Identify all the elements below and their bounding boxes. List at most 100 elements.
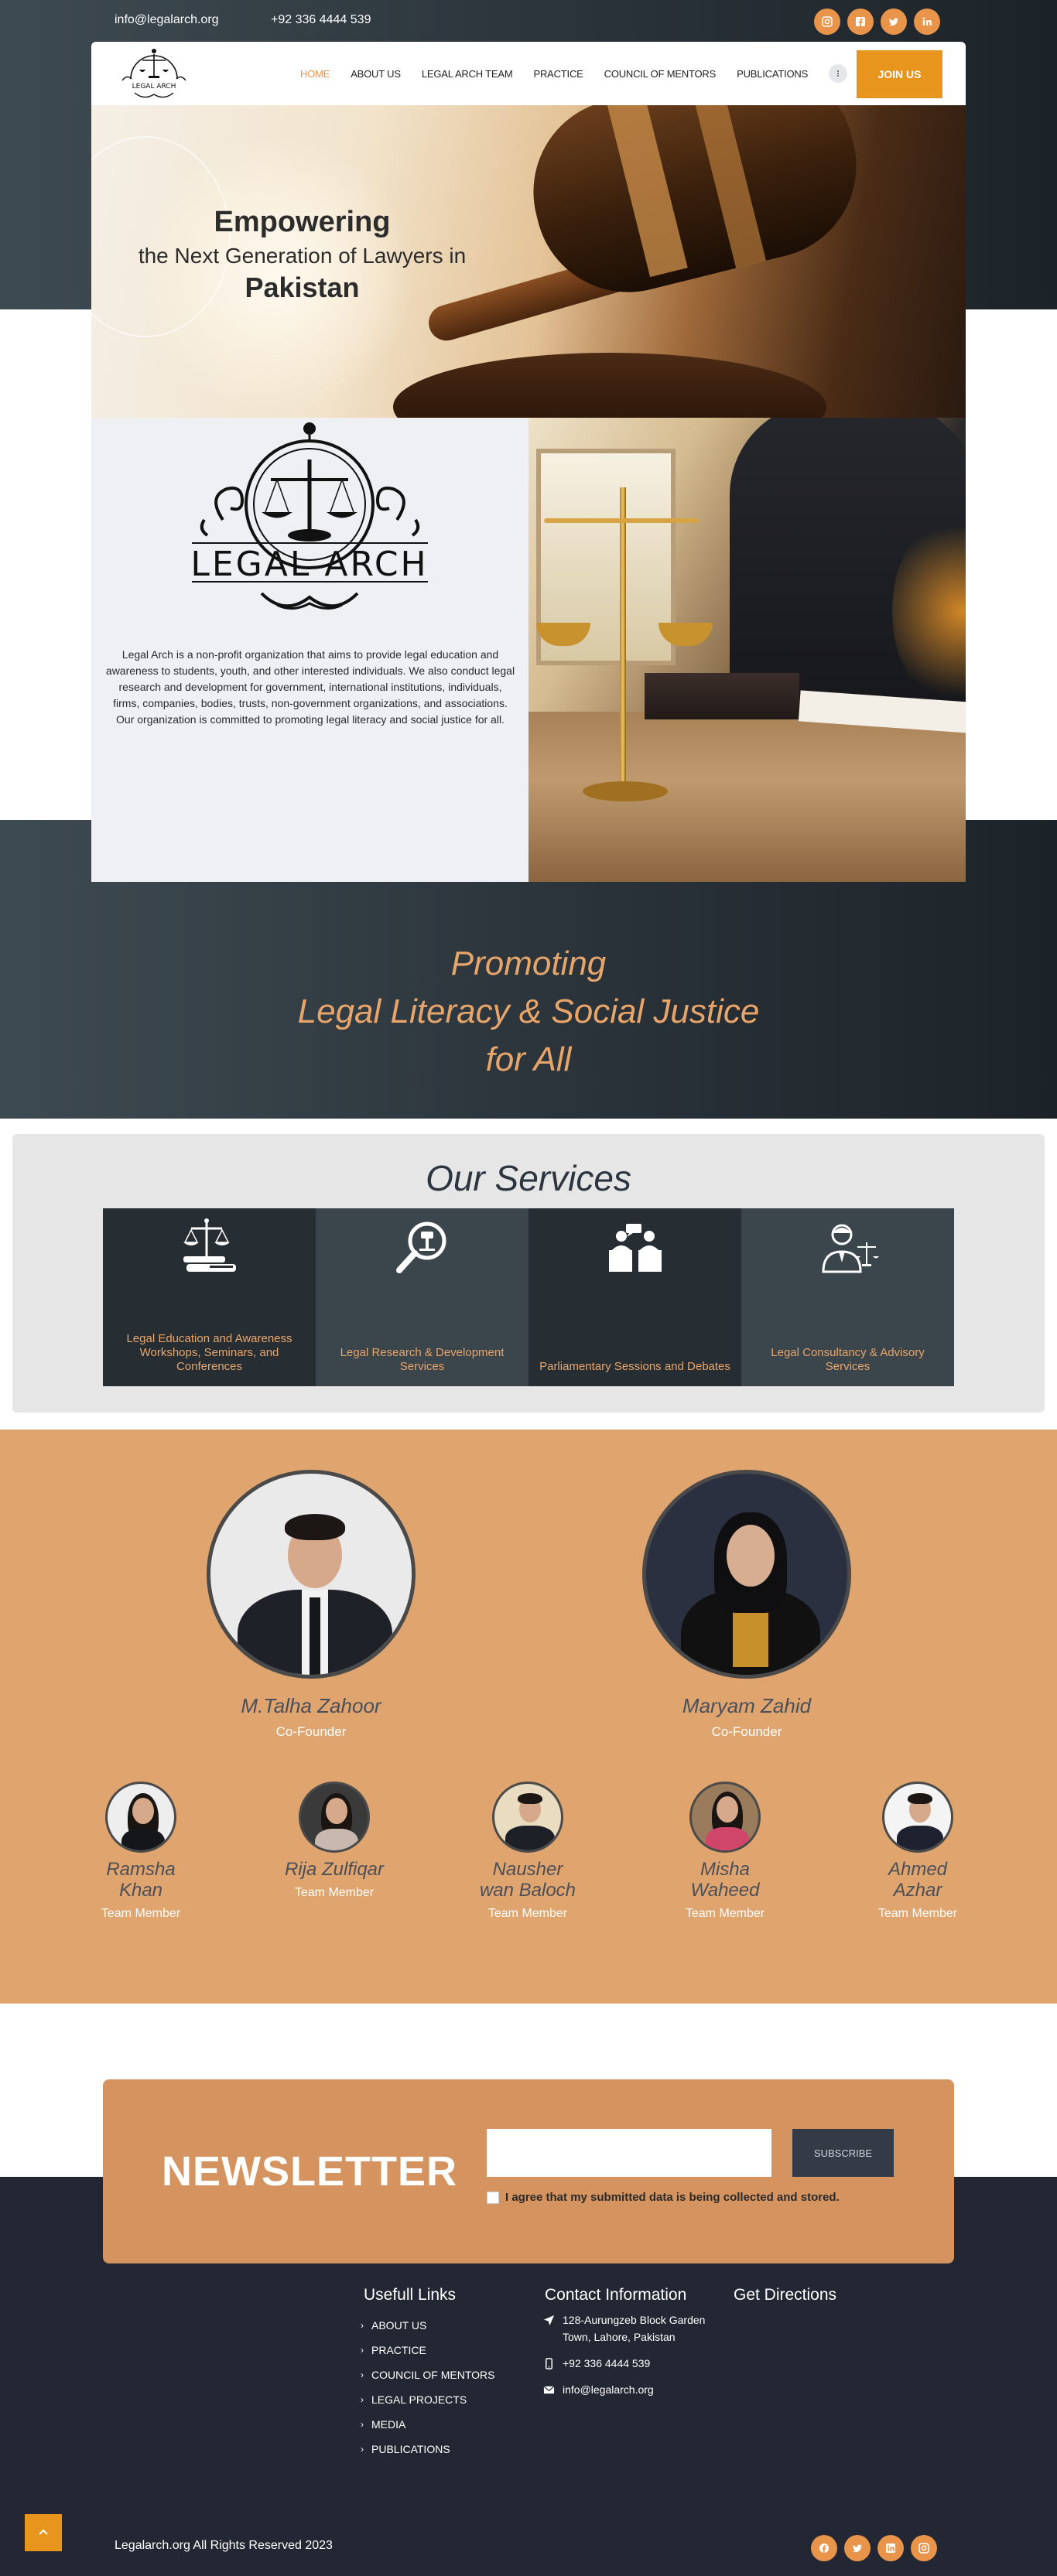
founder-name: M.Talha Zahoor xyxy=(241,1694,381,1717)
legal-arch-logo-text: LEGAL ARCH xyxy=(132,83,176,91)
footer-link-council-of-mentors[interactable]: › COUNCIL OF MENTORS xyxy=(361,2362,494,2387)
hero-heading: Empowering the Next Generation of Lawyer… xyxy=(91,206,513,304)
linkedin-icon[interactable] xyxy=(914,9,940,35)
subscribe-button[interactable]: SUBSCRIBE xyxy=(792,2129,894,2177)
promo-heading: Promoting Legal Literacy & Social Justic… xyxy=(0,940,1057,1084)
chevron-right-icon: › xyxy=(361,2345,364,2356)
topbar: info@legalarch.org +92 336 4444 539 xyxy=(0,0,1057,42)
footer-directions-title: Get Directions xyxy=(734,2286,837,2304)
footer-contact-title: Contact Information xyxy=(545,2286,687,2304)
newsletter-title: NEWSLETTER xyxy=(162,2148,457,2195)
magnifier-icon xyxy=(395,1221,446,1273)
legal-arch-large-logo-text: LEGAL ARCH xyxy=(190,545,428,584)
member-role: Team Member xyxy=(685,1907,765,1920)
avatar xyxy=(689,1782,761,1853)
member-name: Ramsha Khan xyxy=(106,1859,176,1901)
contact-address: 128-Aurungzeb Block Garden Town, Lahore,… xyxy=(563,2314,706,2343)
chevron-up-icon xyxy=(39,2529,48,2535)
service-card-research[interactable]: Legal Research & Development Services xyxy=(316,1208,528,1386)
instagram-icon[interactable] xyxy=(814,9,840,35)
hero-line-3: Pakistan xyxy=(245,272,360,303)
service-label: Legal Education and Awareness Workshops,… xyxy=(126,1332,292,1373)
twitter-icon[interactable] xyxy=(844,2535,871,2561)
nav-item-about-us[interactable]: ABOUT US xyxy=(351,68,401,80)
contact-phone[interactable]: +92 336 4444 539 xyxy=(563,2355,650,2372)
footer-social xyxy=(811,2535,937,2561)
services-title: Our Services xyxy=(426,1158,631,1198)
service-label: Legal Research & Development Services xyxy=(340,1346,505,1373)
newsletter-consent[interactable]: I agree that my submitted data is being … xyxy=(487,2191,840,2204)
topbar-social xyxy=(814,9,940,35)
service-label: Parliamentary Sessions and Debates xyxy=(539,1360,730,1373)
footer-link-media[interactable]: › MEDIA xyxy=(361,2412,494,2437)
founder-card[interactable]: Maryam Zahid Co-Founder xyxy=(642,1470,851,1740)
contact-email[interactable]: info@legalarch.org xyxy=(563,2381,654,2398)
newsletter-email-input[interactable] xyxy=(487,2129,771,2177)
chevron-right-icon: › xyxy=(361,2369,364,2380)
footer-link-publications[interactable]: › PUBLICATIONS xyxy=(361,2437,494,2462)
photo-scale-pole xyxy=(620,487,626,797)
chevron-right-icon: › xyxy=(361,2320,364,2331)
founder-card[interactable]: M.Talha Zahoor Co-Founder xyxy=(207,1470,416,1740)
member-role: Team Member xyxy=(101,1907,181,1920)
mobile-phone-icon xyxy=(546,2358,552,2369)
facebook-icon[interactable] xyxy=(811,2535,837,2561)
back-to-top-button[interactable] xyxy=(25,2514,62,2551)
nav-item-council-of-mentors[interactable]: COUNCIL OF MENTORS xyxy=(604,68,717,80)
member-name: Misha Waheed xyxy=(690,1859,760,1901)
footer-link-legal-projects[interactable]: › LEGAL PROJECTS xyxy=(361,2387,494,2412)
topbar-email[interactable]: info@legalarch.org xyxy=(115,13,219,27)
join-us-button[interactable]: JOIN US xyxy=(857,50,942,98)
twitter-icon[interactable] xyxy=(881,9,907,35)
hero-banner: Empowering the Next Generation of Lawyer… xyxy=(91,105,966,418)
member-role: Team Member xyxy=(877,1907,958,1920)
linkedin-icon[interactable] xyxy=(877,2535,904,2561)
contact-email-row: info@legalarch.org xyxy=(543,2381,721,2398)
hero-line-2: the Next Generation of Lawyers in xyxy=(138,244,467,268)
lawyer-consultant-icon xyxy=(821,1224,879,1273)
member-role: Team Member xyxy=(294,1886,375,1899)
team-member-card[interactable]: Misha Waheed Team Member xyxy=(671,1782,779,1922)
more-menu-icon[interactable] xyxy=(829,64,848,83)
team-member-card[interactable]: Ahmed Azhar Team Member xyxy=(864,1782,972,1922)
service-card-parliamentary[interactable]: Parliamentary Sessions and Debates xyxy=(528,1208,741,1386)
nav-item-practice[interactable]: PRACTICE xyxy=(533,68,583,80)
legal-arch-logo[interactable]: LEGAL ARCH xyxy=(111,45,197,102)
founder-name: Maryam Zahid xyxy=(682,1694,812,1717)
promo-line-2: Legal Literacy & Social Justice xyxy=(297,992,760,1030)
founder-role: Co-Founder xyxy=(275,1724,347,1739)
debate-podium-icon xyxy=(608,1224,662,1272)
member-name: Ahmed Azhar xyxy=(888,1859,948,1901)
team-member-card[interactable]: Rija Zulfiqar Team Member xyxy=(280,1782,388,1901)
footer-link-label: COUNCIL OF MENTORS xyxy=(371,2369,495,2381)
team-member-card[interactable]: Nausher wan Baloch Team Member xyxy=(474,1782,582,1922)
founder-role: Co-Founder xyxy=(711,1724,782,1739)
instagram-icon[interactable] xyxy=(911,2535,937,2561)
nav-item-home[interactable]: HOME xyxy=(300,68,330,80)
service-card-education[interactable]: Legal Education and Awareness Workshops,… xyxy=(103,1208,316,1386)
about-description: Legal Arch is a non-profit organization … xyxy=(105,648,515,726)
contact-address-row: 128-Aurungzeb Block Garden Town, Lahore,… xyxy=(543,2311,721,2345)
chevron-right-icon: › xyxy=(361,2444,364,2455)
nav-menu: HOME ABOUT US LEGAL ARCH TEAM PRACTICE C… xyxy=(300,42,848,105)
facebook-icon[interactable] xyxy=(847,9,874,35)
about-panel: LEGAL ARCH Legal Arch is a non-profit or… xyxy=(91,418,528,882)
consent-checkbox[interactable] xyxy=(487,2191,499,2204)
footer-link-about-us[interactable]: › ABOUT US xyxy=(361,2313,494,2338)
footer-links: › ABOUT US › PRACTICE › COUNCIL OF MENTORS … xyxy=(361,2313,494,2462)
service-label: Legal Consultancy & Advisory Services xyxy=(771,1346,925,1373)
photo-scale-base xyxy=(583,781,668,801)
topbar-phone[interactable]: +92 336 4444 539 xyxy=(271,13,371,27)
chevron-right-icon: › xyxy=(361,2394,364,2405)
team-member-card[interactable]: Ramsha Khan Team Member xyxy=(87,1782,195,1922)
avatar xyxy=(207,1470,416,1679)
avatar xyxy=(492,1782,563,1853)
nav-item-publications[interactable]: PUBLICATIONS xyxy=(737,68,808,80)
member-name: Nausher wan Baloch xyxy=(479,1859,576,1901)
service-card-consultancy[interactable]: Legal Consultancy & Advisory Services xyxy=(741,1208,954,1386)
hero-gavel-block xyxy=(393,353,826,418)
footer-link-label: LEGAL PROJECTS xyxy=(371,2393,467,2406)
photo-scale-beam xyxy=(544,518,699,523)
footer-link-practice[interactable]: › PRACTICE xyxy=(361,2338,494,2362)
nav-item-legal-arch-team[interactable]: LEGAL ARCH TEAM xyxy=(422,68,513,80)
